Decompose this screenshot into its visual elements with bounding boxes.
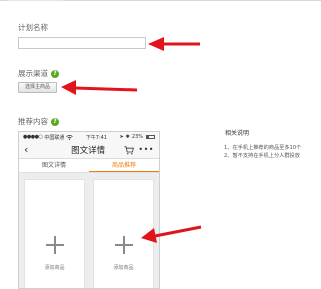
battery-icon	[145, 135, 155, 139]
notes-title: 相关说明	[225, 130, 250, 137]
more-icon[interactable]: •••	[138, 146, 154, 154]
phone-status-bar: ●●●●○ 中国联通 下午7:41 ➤ ✱ 23%	[19, 132, 159, 142]
cropped-header-text	[8, 0, 63, 1]
tab-graphic-detail[interactable]: 图文详情	[19, 159, 89, 172]
bluetooth-icon: ✱	[125, 134, 130, 140]
content-label: 推荐内容 ?	[18, 116, 59, 127]
arrow-to-name-input	[148, 37, 200, 51]
signal-dots: ●●●●○	[23, 134, 43, 140]
arrow-to-select-button	[61, 80, 138, 95]
channel-label: 展示渠道 ?	[18, 68, 59, 79]
plan-name-input[interactable]	[18, 37, 146, 49]
add-product-card[interactable]: 添加商品	[24, 179, 85, 288]
add-product-label: 添加商品	[113, 265, 134, 271]
phone-nav-bar: ‹ 图文详情 •••	[19, 142, 159, 159]
back-icon[interactable]: ‹	[24, 144, 38, 155]
top-divider	[0, 0, 321, 6]
plan-name-label: 计划名称	[18, 22, 48, 33]
tab-product-recommend[interactable]: 商品推荐	[89, 159, 159, 172]
location-icon: ➤	[119, 134, 124, 140]
phone-nav-title: 图文详情	[71, 146, 106, 156]
status-time: 下午7:41	[85, 134, 108, 141]
plus-icon	[114, 236, 133, 254]
wifi-icon	[66, 134, 74, 140]
question-icon[interactable]: ?	[51, 69, 59, 78]
phone-tabs: 图文详情 商品推荐	[19, 159, 159, 173]
channel-label-text: 展示渠道	[18, 69, 48, 78]
plus-icon	[45, 236, 64, 254]
product-cards: 添加商品 添加商品	[19, 173, 159, 288]
question-icon[interactable]: ?	[51, 117, 59, 126]
content-label-text: 推荐内容	[18, 117, 48, 126]
plan-name-label-text: 计划名称	[18, 23, 48, 32]
note-line: 1、在手机上推荐的商品至多10个	[224, 145, 302, 151]
battery-percent: 23%	[131, 134, 143, 140]
select-main-product-button[interactable]: 选择主商品	[18, 82, 57, 93]
add-product-card[interactable]: 添加商品	[93, 179, 154, 288]
cart-icon[interactable]	[124, 145, 135, 155]
related-notes: 相关说明 1、在手机上推荐的商品至多10个 2、暂不支持在手机上分人群投放	[224, 128, 321, 160]
note-line: 2、暂不支持在手机上分人群投放	[224, 153, 300, 159]
add-product-label: 添加商品	[44, 265, 65, 271]
carrier-name: 中国联通	[44, 134, 65, 141]
phone-preview: ●●●●○ 中国联通 下午7:41 ➤ ✱ 23% ‹ 图文详情 ••• 图文详…	[18, 131, 160, 289]
